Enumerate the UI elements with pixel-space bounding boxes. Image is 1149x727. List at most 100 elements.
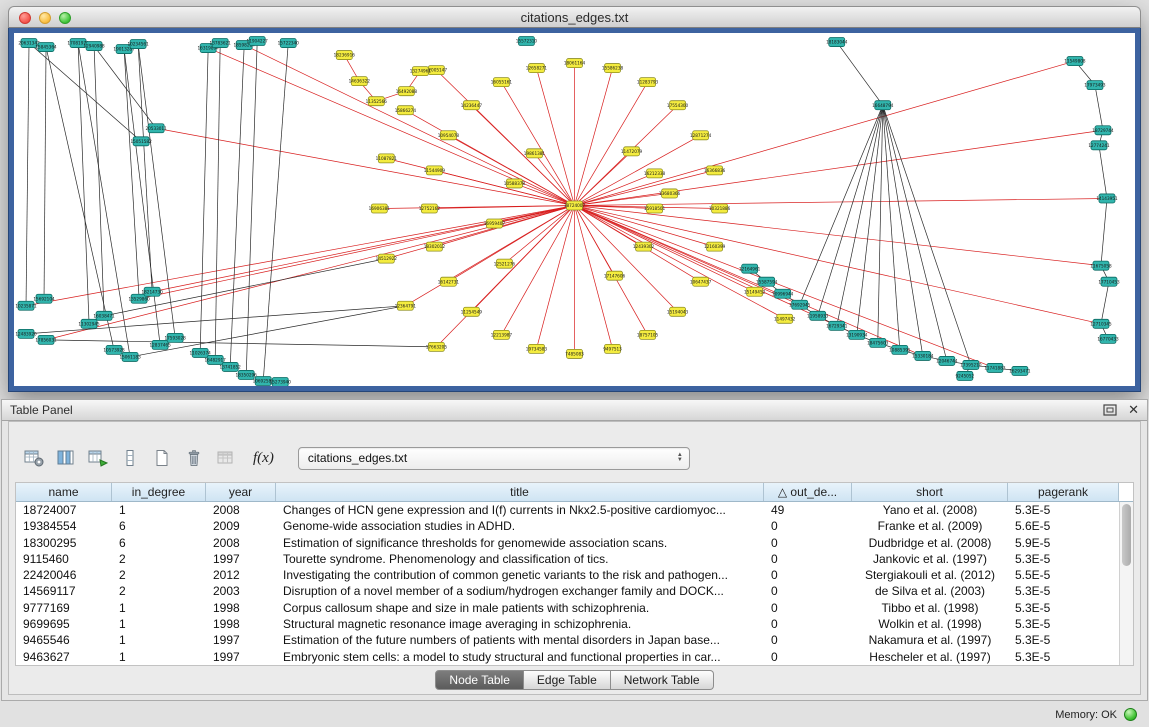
graph-node[interactable]: 19861381: [524, 149, 546, 158]
graph-node[interactable]: 11958933: [807, 311, 829, 320]
function-builder-icon[interactable]: f(x): [253, 450, 274, 467]
graph-node[interactable]: 11352566: [366, 97, 388, 106]
graph-node[interactable]: 10692583: [253, 376, 275, 385]
table-row[interactable]: 1456911722003Disruption of a novel membe…: [16, 583, 1133, 599]
graph-node[interactable]: 12364791: [395, 301, 417, 310]
memory-indicator-icon[interactable]: [1124, 708, 1137, 721]
vertical-scrollbar[interactable]: [1119, 502, 1133, 665]
graph-node[interactable]: 11675058: [1090, 261, 1112, 270]
graph-node[interactable]: 19734583: [526, 344, 548, 353]
graph-node[interactable]: 11283793: [637, 78, 659, 87]
graph-node[interactable]: 18236916: [334, 51, 356, 60]
graph-node[interactable]: 10954078: [438, 131, 460, 140]
graph-node[interactable]: 11472079: [621, 147, 643, 156]
graph-node[interactable]: 15330184: [912, 351, 934, 360]
tab-node-table[interactable]: Node Table: [435, 670, 524, 690]
graph-node[interactable]: 12774241: [1088, 141, 1110, 150]
graph-node[interactable]: 11087821: [376, 154, 398, 163]
zoom-window-button[interactable]: [59, 12, 71, 24]
graph-node[interactable]: 15572310: [516, 37, 538, 46]
merge-tables-icon[interactable]: [213, 446, 239, 470]
table-row[interactable]: 977716911998Corpus callosum shape and si…: [16, 600, 1133, 616]
table-selector[interactable]: citations_edges.txt ▲ ▼: [298, 447, 690, 470]
table-row[interactable]: 1938455462009Genome-wide association stu…: [16, 518, 1133, 534]
minimize-window-button[interactable]: [39, 12, 51, 24]
graph-node[interactable]: 10234561: [127, 40, 149, 49]
table-row[interactable]: 1872400712008Changes of HCN gene express…: [16, 502, 1133, 518]
close-panel-icon[interactable]: ✕: [1128, 403, 1139, 417]
graph-node[interactable]: 16492088: [396, 87, 418, 96]
table-row[interactable]: 2242004622012Investigating the contribut…: [16, 567, 1133, 583]
graph-node[interactable]: 18214730: [141, 287, 163, 296]
graph-node[interactable]: 15845364: [35, 43, 57, 52]
graph-node[interactable]: 14236447: [461, 101, 483, 110]
tab-edge-table[interactable]: Edge Table: [524, 670, 611, 690]
graph-node[interactable]: 11549808: [1064, 57, 1086, 66]
graph-node[interactable]: 20631347: [18, 39, 40, 48]
graph-node[interactable]: 15061183: [119, 352, 141, 361]
graph-node[interactable]: 12658271: [526, 64, 548, 73]
graph-node[interactable]: 15692104: [33, 294, 55, 303]
graph-node[interactable]: 16959407: [484, 219, 506, 228]
graph-node[interactable]: 12871274: [690, 131, 712, 140]
graph-node[interactable]: 10235871: [15, 301, 37, 310]
graph-node[interactable]: 12752162: [419, 204, 441, 213]
column-header-pagerank[interactable]: pagerank: [1008, 483, 1119, 501]
graph-node[interactable]: 15194043: [667, 307, 689, 316]
graph-node[interactable]: 11254549: [461, 307, 483, 316]
column-header-short[interactable]: short: [852, 483, 1008, 501]
graph-node[interactable]: 18724007: [564, 201, 586, 210]
graph-node[interactable]: 14143951: [1096, 194, 1118, 203]
graph-node[interactable]: 16293471: [1009, 366, 1031, 375]
graph-node[interactable]: 16212338: [644, 169, 666, 178]
table-row[interactable]: 1830029562008Estimation of significance …: [16, 535, 1133, 551]
graph-node[interactable]: 15586238: [602, 64, 624, 73]
graph-node[interactable]: 10588378: [504, 179, 526, 188]
graph-node[interactable]: 15149452: [744, 287, 766, 296]
graph-node[interactable]: 16770433: [1097, 334, 1119, 343]
table-row[interactable]: 969969511998Structural magnetic resonanc…: [16, 616, 1133, 632]
graph-node[interactable]: 17856031: [35, 335, 57, 344]
graph-node[interactable]: 11741883: [984, 363, 1006, 372]
graph-node[interactable]: 10321886: [709, 204, 731, 213]
graph-node[interactable]: 16055161: [491, 78, 513, 87]
column-header-out_degree[interactable]: △ out_de...: [764, 483, 852, 501]
graph-node[interactable]: 10573928: [103, 345, 125, 354]
graph-node[interactable]: 17593028: [164, 333, 186, 342]
graph-node[interactable]: 17973493: [1084, 81, 1106, 90]
graph-node[interactable]: 7485083: [565, 349, 584, 358]
citation-network-graph[interactable]: 1872400712160399106474371519404318757105…: [14, 33, 1135, 386]
graph-node[interactable]: 9245052: [956, 371, 975, 380]
graph-node[interactable]: 12439302: [633, 242, 655, 251]
graph-node[interactable]: 9497513: [603, 344, 622, 353]
graph-node[interactable]: 16729341: [826, 321, 848, 330]
graph-node[interactable]: 13783621: [210, 39, 232, 48]
graph-node[interactable]: 14636322: [349, 77, 371, 86]
graph-node[interactable]: 11302945: [78, 319, 100, 328]
column-header-title[interactable]: title: [276, 483, 764, 501]
graph-node[interactable]: 12213987: [491, 330, 513, 339]
table-row[interactable]: 946554611997Estimation of the future num…: [16, 632, 1133, 648]
graph-node[interactable]: 18350296: [236, 370, 258, 379]
graph-node[interactable]: 17554300: [667, 101, 689, 110]
graph-node[interactable]: 17663205: [426, 342, 448, 351]
graph-node[interactable]: 17692945: [789, 300, 811, 309]
window-titlebar[interactable]: citations_edges.txt: [8, 6, 1141, 28]
import-table-icon[interactable]: [85, 446, 111, 470]
table-row[interactable]: 946362711997Embryonic stem cells: a mode…: [16, 649, 1133, 665]
graph-node[interactable]: 17710453: [1098, 277, 1120, 286]
tab-network-table[interactable]: Network Table: [611, 670, 714, 690]
graph-node[interactable]: 15273940: [270, 377, 292, 386]
graph-node[interactable]: 10885391: [889, 345, 911, 354]
column-header-in_degree[interactable]: in_degree: [112, 483, 206, 501]
graph-node[interactable]: 13741852: [220, 362, 242, 371]
graph-node[interactable]: 18729744: [1092, 126, 1114, 135]
graph-node[interactable]: 12483920: [15, 329, 37, 338]
graph-node[interactable]: 16906381: [369, 204, 391, 213]
graph-node[interactable]: 12160399: [704, 242, 726, 251]
show-columns-icon[interactable]: [53, 446, 79, 470]
graph-node[interactable]: 16142731: [438, 277, 460, 286]
graph-node[interactable]: 13680366: [659, 189, 681, 198]
graph-node[interactable]: 16366836: [704, 166, 726, 175]
graph-node[interactable]: 12005147: [426, 66, 448, 75]
